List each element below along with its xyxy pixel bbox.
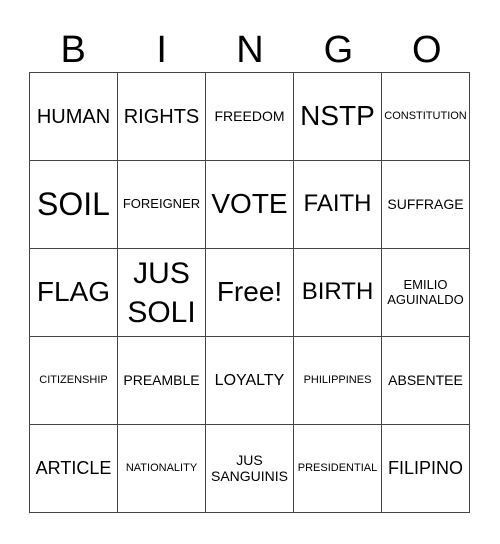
bingo-cell[interactable]: PHILIPPINES: [294, 337, 382, 425]
bingo-cell[interactable]: EMILIO AGUINALDO: [382, 249, 470, 337]
bingo-cell[interactable]: FREEDOM: [206, 73, 294, 161]
bingo-cell[interactable]: PREAMBLE: [118, 337, 206, 425]
bingo-cell[interactable]: SOIL: [30, 161, 118, 249]
bingo-cell[interactable]: CITIZENSHIP: [30, 337, 118, 425]
bingo-cell[interactable]: FLAG: [30, 249, 118, 337]
bingo-cell[interactable]: HUMAN: [30, 73, 118, 161]
bingo-cell[interactable]: BIRTH: [294, 249, 382, 337]
bingo-cell[interactable]: FILIPINO: [382, 425, 470, 513]
bingo-cell[interactable]: PRESIDENTIAL: [294, 425, 382, 513]
header-letter-g: G: [323, 29, 354, 71]
header-letter-i: I: [156, 29, 167, 71]
bingo-cell[interactable]: NSTP: [294, 73, 382, 161]
bingo-cell[interactable]: VOTE: [206, 161, 294, 249]
free-space[interactable]: Free!: [206, 249, 294, 337]
header-letter-o: O: [412, 29, 442, 71]
header-letter-n: N: [236, 29, 264, 71]
bingo-cell[interactable]: FOREIGNER: [118, 161, 206, 249]
bingo-cell[interactable]: RIGHTS: [118, 73, 206, 161]
bingo-cell[interactable]: NATIONALITY: [118, 425, 206, 513]
bingo-cell[interactable]: JUS SOLI: [118, 249, 206, 337]
bingo-cell[interactable]: LOYALTY: [206, 337, 294, 425]
header-letter-b: B: [60, 29, 86, 71]
bingo-grid: HUMAN RIGHTS FREEDOM NSTP CONSTITUTION S…: [29, 72, 470, 513]
bingo-cell[interactable]: FAITH: [294, 161, 382, 249]
bingo-cell[interactable]: SUFFRAGE: [382, 161, 470, 249]
bingo-header: B I N G O: [29, 28, 471, 72]
bingo-cell[interactable]: CONSTITUTION: [382, 73, 470, 161]
bingo-cell[interactable]: ARTICLE: [30, 425, 118, 513]
bingo-cell[interactable]: ABSENTEE: [382, 337, 470, 425]
bingo-cell[interactable]: JUS SANGUINIS: [206, 425, 294, 513]
